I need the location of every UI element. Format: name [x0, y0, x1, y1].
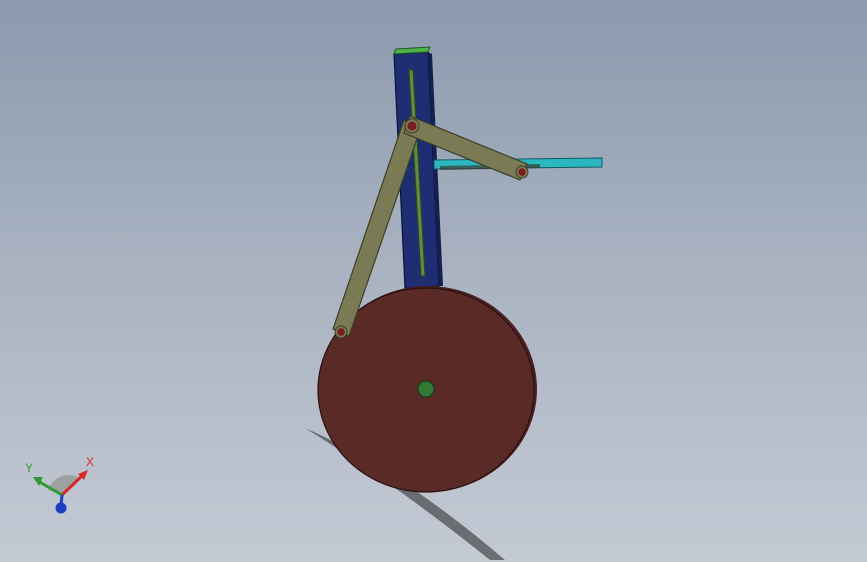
disc-hub — [417, 380, 435, 398]
x-axis-label: X — [86, 455, 94, 469]
reference-triad: X Y — [25, 455, 94, 514]
graphics-viewport[interactable]: X Y — [0, 0, 867, 562]
pivot-pin-disc[interactable] — [334, 325, 348, 339]
pivot-pin-top[interactable] — [404, 118, 420, 134]
z-axis-head — [55, 502, 67, 514]
y-axis-label: Y — [25, 461, 33, 475]
pivot-pin-rod[interactable] — [515, 165, 529, 179]
model-scene[interactable]: X Y — [0, 0, 867, 562]
